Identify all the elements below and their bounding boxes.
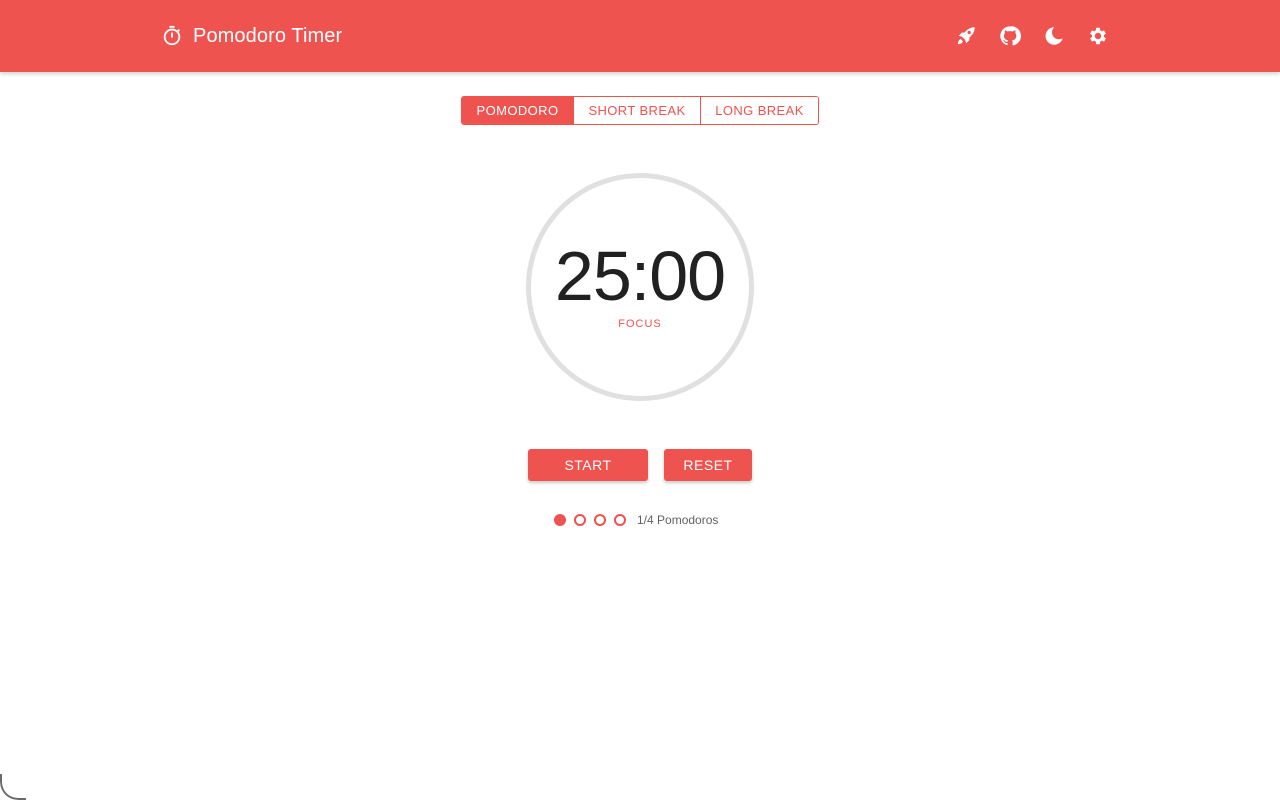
- settings-button[interactable]: [1084, 22, 1112, 50]
- progress-dot-4: [614, 514, 626, 526]
- app-window: Pomodoro Timer POMODORO SHORT BREAK LONG…: [0, 0, 1280, 800]
- pomodoro-progress: 1/4 Pomodoros: [554, 513, 718, 527]
- app-title: Pomodoro Timer: [193, 24, 343, 47]
- github-button[interactable]: [996, 22, 1024, 50]
- mode-tabs: POMODORO SHORT BREAK LONG BREAK: [461, 96, 819, 125]
- timer-display: 25:00: [554, 237, 726, 315]
- header-actions: [952, 22, 1112, 50]
- tab-pomodoro[interactable]: POMODORO: [462, 97, 574, 124]
- progress-dot-1: [554, 514, 566, 526]
- tab-long-break[interactable]: LONG BREAK: [701, 97, 818, 124]
- moon-icon: [1045, 27, 1063, 45]
- github-icon: [1000, 26, 1021, 46]
- progress-dot-2: [574, 514, 586, 526]
- gear-icon: [1090, 27, 1106, 45]
- brand: Pomodoro Timer: [161, 23, 342, 49]
- progress-dot-3: [594, 514, 606, 526]
- top-app-bar: Pomodoro Timer: [0, 0, 1280, 72]
- timer-mode-label: FOCUS: [618, 318, 662, 330]
- timer-icon: [163, 25, 181, 46]
- reset-button[interactable]: RESET: [664, 449, 752, 481]
- rocket-button[interactable]: [952, 22, 980, 50]
- tab-short-break[interactable]: SHORT BREAK: [574, 97, 701, 124]
- start-button[interactable]: START: [528, 449, 648, 481]
- progress-text: 1/4 Pomodoros: [637, 513, 719, 527]
- dark-mode-toggle[interactable]: [1040, 22, 1068, 50]
- rocket-icon: [957, 27, 975, 45]
